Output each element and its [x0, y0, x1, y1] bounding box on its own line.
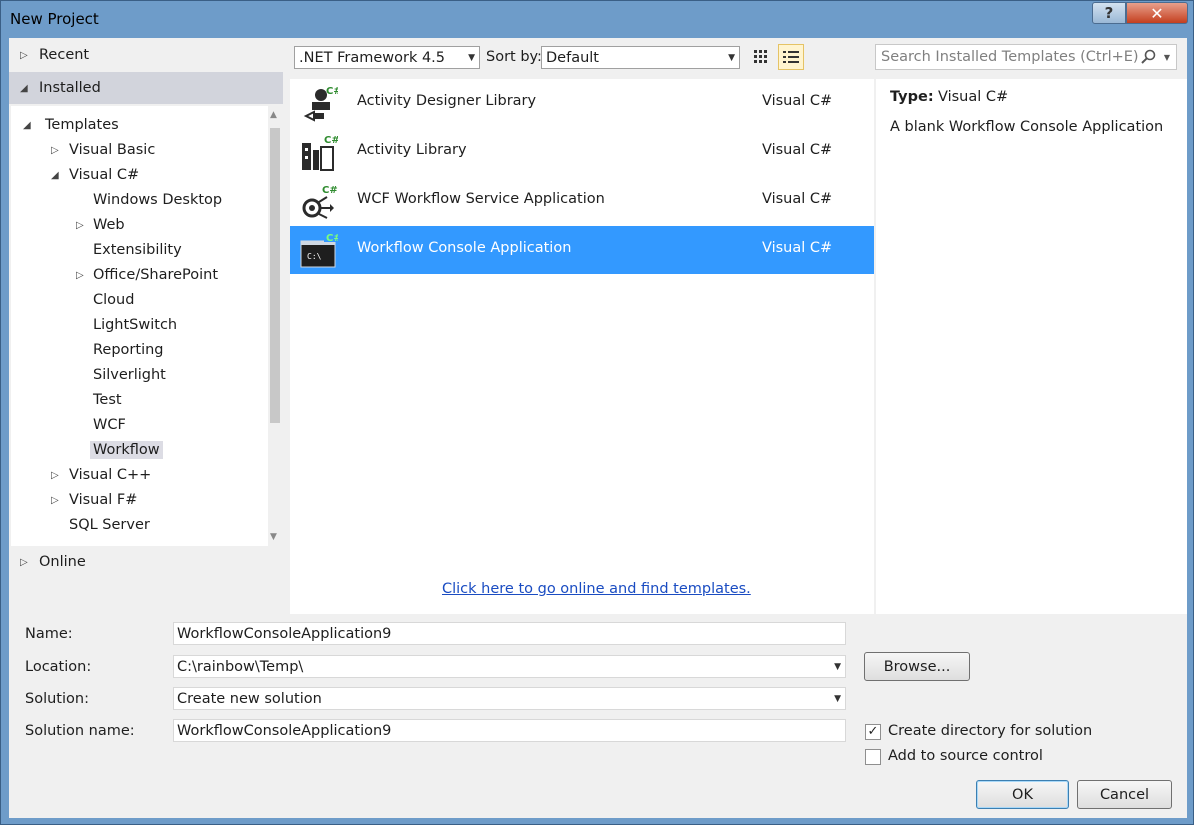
chevron-down-icon: ▼ [468, 52, 475, 63]
location-field[interactable]: C:\rainbow\Temp\ ▼ [173, 655, 846, 678]
project-name-field[interactable]: WorkflowConsoleApplication9 [173, 622, 846, 645]
list-view-button[interactable] [778, 44, 804, 70]
template-description: A blank Workflow Console Application [890, 119, 1164, 135]
search-icon[interactable] [1141, 49, 1156, 64]
grid-view-icon [754, 50, 767, 63]
framework-dropdown[interactable]: .NET Framework 4.5 ▼ [294, 46, 480, 69]
svg-text:C#: C# [324, 135, 338, 146]
title-bar[interactable]: New Project ? ✕ [1, 1, 1193, 38]
nav-online-label: Online [39, 554, 86, 570]
expand-arrow-icon: ▷ [76, 219, 84, 231]
dialog-title: New Project [10, 10, 99, 28]
type-value: Visual C# [938, 89, 1009, 105]
nav-online[interactable]: ▷ Online [9, 546, 283, 578]
template-search-input[interactable]: Search Installed Templates (Ctrl+E) ▼ [875, 44, 1177, 70]
template-item-wcf-workflow-service-application[interactable]: C# WCF Workflow Service Application Visu… [290, 177, 874, 225]
expand-arrow-icon: ▷ [20, 556, 28, 568]
collapse-arrow-icon: ◢ [23, 119, 31, 131]
create-directory-checkbox[interactable]: ✓ [865, 724, 881, 740]
activity-library-icon: C# [302, 135, 338, 171]
wcf-service-icon: C# [302, 185, 338, 219]
search-placeholder: Search Installed Templates (Ctrl+E) [881, 49, 1139, 65]
help-button[interactable]: ? [1092, 2, 1126, 24]
console-application-icon: C:\ C# [300, 232, 338, 268]
browse-button[interactable]: Browse... [864, 652, 970, 681]
expand-arrow-icon: ▷ [51, 494, 59, 506]
find-online-templates-link[interactable]: Click here to go online and find templat… [442, 581, 751, 597]
template-item-activity-library[interactable]: C# Activity Library Visual C# [290, 128, 874, 176]
expand-arrow-icon: ▷ [76, 269, 84, 281]
expand-arrow-icon: ▷ [51, 144, 59, 156]
small-icons-view-button[interactable] [748, 44, 774, 70]
solution-dropdown[interactable]: Create new solution ▼ [173, 687, 846, 710]
tree-scrollbar[interactable]: ▲ ▼ [268, 106, 281, 546]
template-list: C# Activity Designer Library Visual C# C… [290, 79, 874, 614]
svg-text:C:\: C:\ [307, 252, 322, 261]
sort-label: Sort by: [486, 49, 542, 65]
source-control-label[interactable]: Add to source control [888, 748, 1043, 764]
new-project-dialog: New Project ? ✕ ▷ Recent ◢ Installed ◢ T… [0, 0, 1194, 825]
chevron-down-icon[interactable]: ▼ [834, 694, 841, 704]
scrollbar-thumb[interactable] [270, 128, 280, 423]
nav-installed-label: Installed [39, 80, 101, 96]
nav-recent[interactable]: ▷ Recent [9, 39, 283, 71]
source-control-checkbox[interactable] [865, 749, 881, 765]
expand-arrow-icon: ▷ [51, 469, 59, 481]
sort-dropdown[interactable]: Default ▼ [541, 46, 740, 69]
nav-installed[interactable]: ◢ Installed [9, 72, 283, 104]
cancel-button[interactable]: Cancel [1077, 780, 1172, 809]
template-tree: ◢ Templates ▷ Visual Basic ◢ Visual C# W… [11, 106, 281, 546]
svg-text:C#: C# [326, 86, 338, 97]
chevron-down-icon[interactable]: ▼ [834, 662, 841, 672]
list-view-icon [783, 51, 799, 63]
activity-designer-icon: C# [303, 86, 338, 122]
chevron-down-icon[interactable]: ▼ [1164, 53, 1170, 62]
location-label: Location: [25, 659, 92, 675]
solution-name-field[interactable]: WorkflowConsoleApplication9 [173, 719, 846, 742]
chevron-down-icon: ▼ [728, 52, 735, 63]
template-toolbar: .NET Framework 4.5 ▼ Sort by: Default ▼ [289, 38, 1187, 78]
nav-recent-label: Recent [39, 47, 90, 63]
name-label: Name: [25, 626, 73, 642]
template-item-activity-designer-library[interactable]: C# Activity Designer Library Visual C# [290, 79, 874, 127]
template-navigation: ▷ Recent ◢ Installed ◢ Templates ▷ Visua… [9, 38, 283, 611]
dialog-client-area: ▷ Recent ◢ Installed ◢ Templates ▷ Visua… [9, 38, 1187, 818]
close-button[interactable]: ✕ [1126, 2, 1188, 24]
create-directory-label[interactable]: Create directory for solution [888, 723, 1092, 739]
template-item-workflow-console-application[interactable]: C:\ C# Workflow Console Application Visu… [290, 226, 874, 274]
template-details: Type: Visual C# A blank Workflow Console… [876, 79, 1187, 614]
svg-text:C#: C# [322, 185, 338, 196]
solution-label: Solution: [25, 691, 89, 707]
scroll-down-icon[interactable]: ▼ [270, 532, 277, 542]
scroll-up-icon[interactable]: ▲ [270, 110, 277, 120]
ok-button[interactable]: OK [976, 780, 1069, 809]
expand-arrow-icon: ▷ [20, 49, 28, 61]
solution-name-label: Solution name: [25, 723, 135, 739]
svg-text:C#: C# [326, 233, 338, 244]
collapse-arrow-icon: ◢ [20, 82, 28, 94]
collapse-arrow-icon: ◢ [51, 169, 59, 181]
type-label: Type: [890, 89, 934, 105]
